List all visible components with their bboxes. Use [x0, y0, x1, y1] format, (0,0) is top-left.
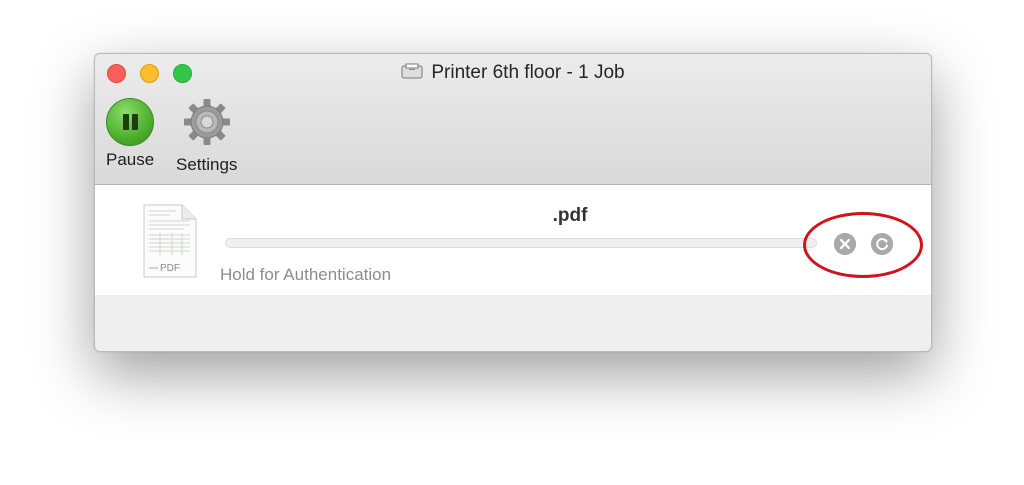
- print-queue-window: Printer 6th floor - 1 Job Pause Settings…: [94, 53, 932, 352]
- pause-label: Pause: [106, 150, 155, 169]
- title-bar: Printer 6th floor - 1 Job Pause Settings: [95, 54, 931, 185]
- red-highlight-ellipse: [803, 212, 923, 278]
- gear-icon: [183, 99, 230, 145]
- window-title: Printer 6th floor - 1 Job: [95, 62, 931, 84]
- pause-button[interactable]: Pause: [106, 98, 154, 170]
- job-status-text: Hold for Authentication: [220, 265, 392, 284]
- job-progress-bar: [225, 238, 817, 248]
- pause-icon: [106, 98, 155, 146]
- pdf-badge-text: PDF: [160, 263, 180, 274]
- settings-label: Settings: [176, 155, 238, 174]
- printer-icon: [401, 63, 423, 79]
- window-title-text: Printer 6th floor - 1 Job: [431, 62, 625, 83]
- document-name: .pdf: [552, 205, 588, 226]
- job-list-item[interactable]: PDF .pdf Hold for Authentication: [95, 185, 931, 295]
- settings-button[interactable]: Settings: [176, 98, 237, 175]
